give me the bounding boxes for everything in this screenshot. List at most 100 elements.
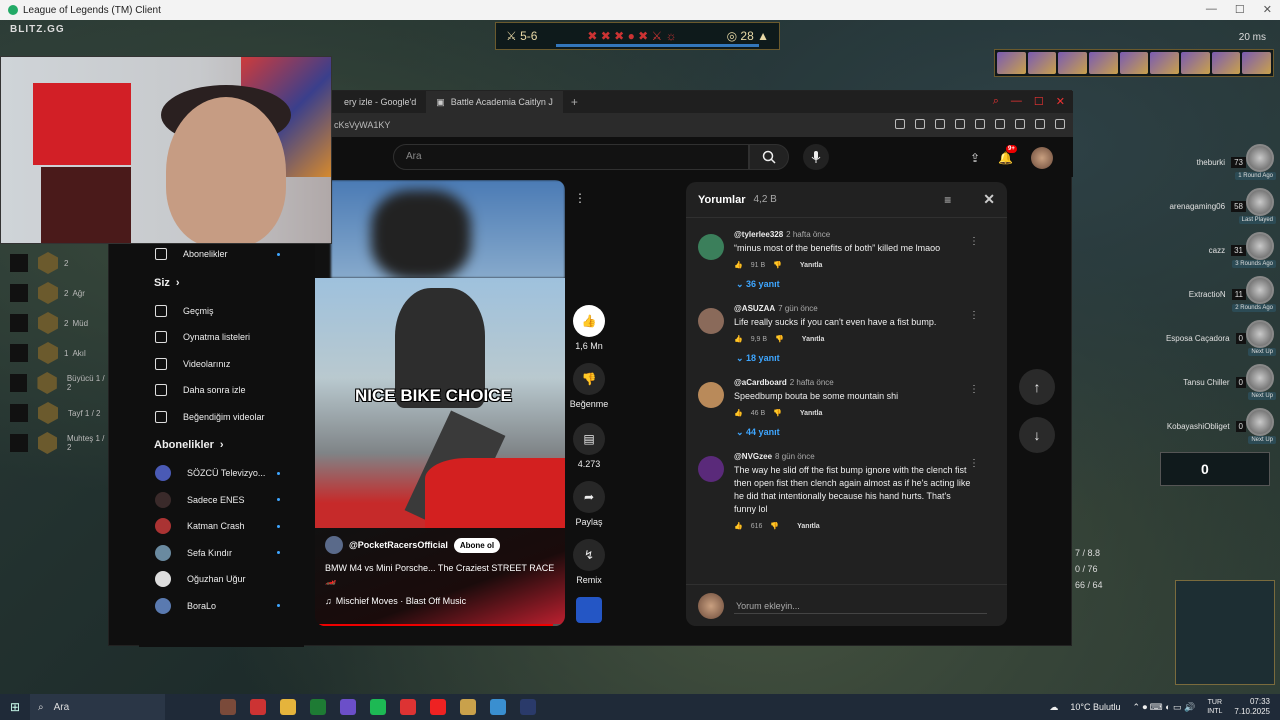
- reply-button[interactable]: Yanıtla: [797, 523, 820, 530]
- sidebar-item-you[interactable]: Geçmiş: [139, 298, 304, 325]
- tab-google[interactable]: ery izle - Google'd: [334, 91, 426, 113]
- sidebar-item-you[interactable]: Daha sonra izle: [139, 377, 304, 404]
- puzzle-icon[interactable]: [995, 119, 1005, 129]
- dislike-button[interactable]: 👎 Beğenme: [569, 363, 609, 409]
- thumbs-up-icon[interactable]: 👍: [734, 335, 743, 343]
- spotify-icon[interactable]: [370, 699, 386, 715]
- previous-short-button[interactable]: ↑: [1019, 369, 1055, 405]
- commenter-avatar[interactable]: [698, 456, 724, 482]
- app-icon[interactable]: [250, 699, 266, 715]
- sidebar-channel[interactable]: SÖZCÜ Televizyo...: [139, 460, 304, 487]
- close-icon[interactable]: ✕: [983, 191, 995, 208]
- commenter-avatar[interactable]: [698, 234, 724, 260]
- scoreboard-player[interactable]: arenagaming06 58 Last Played: [1110, 184, 1280, 228]
- video-title[interactable]: BMW M4 vs Mini Porsche... The Craziest S…: [325, 562, 555, 586]
- maximize-icon[interactable]: ☐: [1034, 95, 1044, 108]
- sidebar-item-you[interactable]: Oynatma listeleri: [139, 324, 304, 351]
- next-short-button[interactable]: ↓: [1019, 417, 1055, 453]
- tray-icons[interactable]: ⌃ ⏺ ⌨ ◐ ▭ 🔊: [1133, 702, 1196, 713]
- voice-search-button[interactable]: [803, 144, 829, 170]
- minimap[interactable]: [1175, 580, 1275, 685]
- thumbs-down-icon[interactable]: 👎: [775, 335, 784, 343]
- app-icon[interactable]: [490, 699, 506, 715]
- thumbs-up-icon[interactable]: 👍: [734, 261, 743, 269]
- league-icon[interactable]: [460, 699, 476, 715]
- scoreboard-player[interactable]: cazz 31 3 Rounds Ago: [1110, 228, 1280, 272]
- windows-start-icon[interactable]: ⊞: [0, 700, 30, 714]
- menu-icon[interactable]: [1055, 119, 1065, 129]
- sidebar-channel[interactable]: Sefa Kındır: [139, 540, 304, 567]
- comment-author[interactable]: @aCardboard 2 hafta önce: [734, 378, 1007, 387]
- thumbs-up-icon[interactable]: 👍: [734, 522, 743, 530]
- sidebar-channel[interactable]: Oğuzhan Uğur: [139, 566, 304, 593]
- screenshot-icon[interactable]: [915, 119, 925, 129]
- scoreboard-player[interactable]: KobayashiObliget 0 Next Up: [1110, 404, 1280, 448]
- sidebar-item-subscriptions[interactable]: Abonelikler: [139, 241, 304, 268]
- short-video-player[interactable]: NICE BIKE CHOICE @PocketRacersOfficial A…: [315, 180, 565, 626]
- music-row[interactable]: ♫ Mischief Moves · Blast Off Music: [325, 596, 555, 606]
- clock[interactable]: 07:33 7.10.2025: [1234, 697, 1270, 717]
- item-slot[interactable]: [1211, 52, 1241, 74]
- item-slot[interactable]: [997, 52, 1026, 74]
- item-slot[interactable]: [1119, 52, 1149, 74]
- reply-button[interactable]: Yanıtla: [800, 262, 823, 269]
- thumbs-up-icon[interactable]: 👍: [734, 409, 743, 417]
- share-button[interactable]: ➦ Paylaş: [569, 481, 609, 527]
- close-icon[interactable]: ✕: [1263, 3, 1272, 16]
- minimize-icon[interactable]: —: [1206, 3, 1217, 16]
- search-button[interactable]: [749, 144, 789, 170]
- thumbs-down-icon[interactable]: 👎: [773, 409, 782, 417]
- search-input[interactable]: Ara: [393, 144, 749, 170]
- comment-author[interactable]: @NVGzee 8 gün önce: [734, 452, 1007, 461]
- sidebar-item-you[interactable]: Videolarınız: [139, 351, 304, 378]
- channel-avatar[interactable]: [325, 536, 343, 554]
- sidebar-channel[interactable]: Sadece ENES: [139, 487, 304, 514]
- search-tabs-icon[interactable]: ⌕: [993, 95, 999, 108]
- trait-item[interactable]: 2: [10, 248, 110, 278]
- extension-icon[interactable]: [935, 119, 945, 129]
- steam-icon[interactable]: [520, 699, 536, 715]
- sidebar-section-subscriptions[interactable]: Abonelikler ›: [139, 430, 304, 460]
- item-slot[interactable]: [1150, 52, 1180, 74]
- discord-icon[interactable]: [340, 699, 356, 715]
- new-tab-button[interactable]: +: [563, 95, 586, 109]
- sound-thumbnail[interactable]: [569, 597, 609, 623]
- upload-icon[interactable]: ⇪: [970, 151, 980, 165]
- comment-input[interactable]: Yorum ekleyin...: [736, 601, 800, 611]
- more-options-icon[interactable]: ⋮: [969, 236, 979, 247]
- download-icon[interactable]: [1035, 119, 1045, 129]
- minimize-icon[interactable]: —: [1011, 95, 1022, 108]
- more-options-icon[interactable]: ⋮: [969, 310, 979, 321]
- language-indicator[interactable]: TUR INTL: [1207, 698, 1222, 716]
- trait-item[interactable]: Muhteş 1 / 2: [10, 428, 110, 458]
- sort-icon[interactable]: ≡: [944, 193, 951, 207]
- item-slot[interactable]: [1181, 52, 1210, 74]
- task-view-icon[interactable]: [220, 699, 236, 715]
- item-slot[interactable]: [1242, 52, 1272, 74]
- reply-button[interactable]: Yanıtla: [800, 410, 823, 417]
- sidebar-section-you[interactable]: Siz ›: [139, 268, 304, 298]
- thumbs-down-icon[interactable]: 👎: [773, 261, 782, 269]
- play-icon[interactable]: [955, 119, 965, 129]
- heart-icon[interactable]: [975, 119, 985, 129]
- sidebar-item-you[interactable]: Beğendiğim videolar: [139, 404, 304, 431]
- commenter-avatar[interactable]: [698, 308, 724, 334]
- app-icon[interactable]: [400, 699, 416, 715]
- profile-icon[interactable]: [1015, 119, 1025, 129]
- thumbs-down-icon[interactable]: 👎: [770, 522, 779, 530]
- more-options-icon[interactable]: ⋮: [969, 458, 979, 469]
- channel-name[interactable]: @PocketRacersOfficial: [349, 540, 448, 550]
- comment-input-row[interactable]: Yorum ekleyin...: [686, 584, 1007, 626]
- close-icon[interactable]: ✕: [1056, 95, 1065, 108]
- trait-item[interactable]: 2 Müd: [10, 308, 110, 338]
- scoreboard-player[interactable]: ExtractioN 11 2 Rounds Ago: [1110, 272, 1280, 316]
- scoreboard-player[interactable]: Esposa Caçadora 0 Next Up: [1110, 316, 1280, 360]
- comment-author[interactable]: @ASUZAA 7 gün önce: [734, 304, 1007, 313]
- item-slot[interactable]: [1058, 52, 1088, 74]
- scoreboard-player[interactable]: theburki 73 1 Round Ago: [1110, 140, 1280, 184]
- reply-button[interactable]: Yanıtla: [802, 336, 825, 343]
- taskbar-search[interactable]: ⌕ Ara: [30, 694, 165, 720]
- item-slot[interactable]: [1027, 52, 1057, 74]
- account-avatar[interactable]: [1031, 147, 1053, 169]
- like-button[interactable]: 👍 1,6 Mn: [569, 305, 609, 351]
